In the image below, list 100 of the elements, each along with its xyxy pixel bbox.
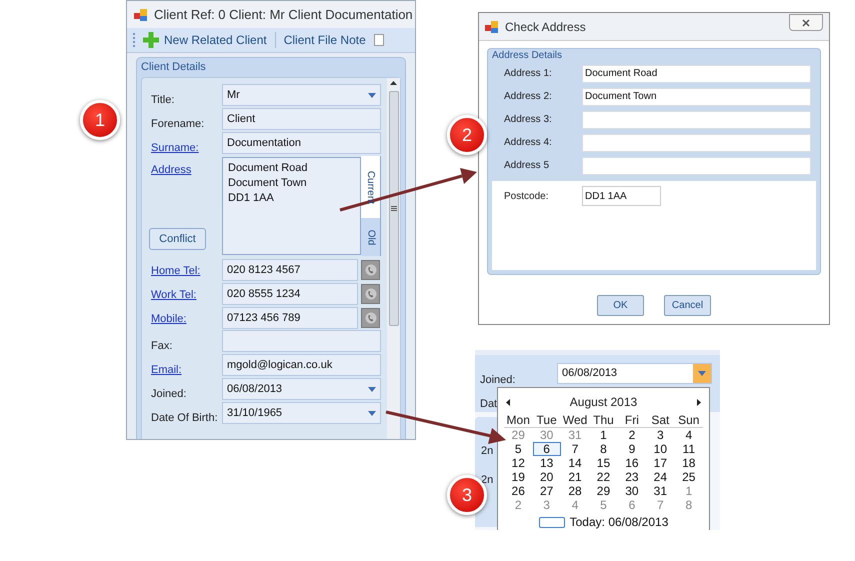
calendar-day[interactable]: 4 [561, 498, 590, 512]
text-field[interactable]: Client [222, 108, 381, 130]
field-label[interactable]: Home Tel: [151, 265, 200, 277]
field-label: Date Of Birth: [151, 412, 218, 424]
calendar-day[interactable]: 6 [618, 498, 646, 512]
phone-icon [364, 312, 376, 324]
text-field[interactable] [222, 330, 381, 352]
checkbox[interactable] [374, 34, 384, 46]
weekday-label: Wed [562, 413, 588, 427]
dialog-button[interactable]: OK [597, 295, 644, 316]
toolbar-button[interactable]: New Related Client [143, 31, 267, 49]
field-label: Joined: [151, 388, 186, 400]
toolbar-button[interactable]: Client File Note [284, 31, 366, 49]
calendar-day[interactable]: 1 [674, 484, 703, 498]
calendar-day[interactable]: 8 [674, 498, 703, 512]
plus-icon [143, 32, 159, 48]
dropdown-field[interactable]: 06/08/2013 [222, 378, 381, 400]
calendar-day[interactable]: 5 [589, 498, 618, 512]
field-label: Address 5 [503, 159, 550, 173]
phone-button[interactable] [361, 308, 380, 328]
calendar-day[interactable]: 18 [674, 456, 703, 470]
text-field[interactable]: mgold@logican.co.uk [222, 354, 381, 376]
address-field[interactable]: Document Road Document Town DD1 1AA [222, 157, 361, 255]
previous-month-icon[interactable] [506, 398, 510, 406]
calendar-day[interactable]: 27 [532, 484, 561, 498]
calendar-day[interactable]: 22 [589, 470, 618, 484]
calendar-day[interactable]: 2 [618, 428, 646, 442]
text-field[interactable] [582, 110, 811, 128]
calendar-day[interactable]: 26 [504, 484, 532, 498]
dialog-button[interactable]: Cancel [664, 295, 711, 316]
phone-button[interactable] [361, 284, 380, 304]
postcode-field[interactable]: DD1 1AA [582, 186, 661, 206]
address-tab[interactable]: Old [361, 218, 381, 256]
calendar-day[interactable]: 29 [504, 428, 532, 442]
dropdown-field[interactable]: Mr [222, 84, 381, 106]
calendar-day[interactable]: 9 [618, 442, 646, 456]
today-link[interactable]: Today: 06/08/2013 [570, 513, 668, 530]
calendar-day[interactable]: 7 [646, 498, 674, 512]
field-label: Address 4: [503, 136, 553, 150]
caret-icon [368, 92, 376, 98]
field-label[interactable]: Surname: [151, 142, 199, 154]
field-label: 2n [481, 472, 494, 488]
weekday-label: Tue [536, 413, 558, 427]
field-label[interactable]: Email: [151, 364, 182, 376]
calendar-day[interactable]: 29 [589, 484, 618, 498]
calendar-day[interactable]: 11 [674, 442, 703, 456]
calendar-day[interactable]: 2 [504, 498, 532, 512]
calendar-day[interactable]: 13 [532, 456, 561, 470]
calendar-day[interactable]: 14 [561, 456, 590, 470]
calendar-day[interactable]: 31 [561, 428, 590, 442]
date-field[interactable]: 06/08/2013 [557, 363, 712, 384]
app-icon [134, 8, 148, 22]
calendar-day[interactable]: 7 [561, 442, 590, 456]
field-label[interactable]: Address [151, 162, 222, 178]
text-field[interactable]: Document Road [582, 64, 811, 82]
calendar-day[interactable]: 30 [532, 428, 561, 442]
calendar-day[interactable]: 19 [504, 470, 532, 484]
field-label: Joined: [480, 374, 516, 386]
app-icon [485, 20, 499, 34]
text-field[interactable] [582, 134, 811, 152]
calendar-day[interactable]: 21 [561, 470, 590, 484]
calendar-day[interactable]: 10 [646, 442, 674, 456]
address-tab[interactable]: Current [361, 156, 381, 218]
calendar-day[interactable]: 1 [589, 428, 618, 442]
calendar-day[interactable]: 20 [532, 470, 561, 484]
calendar-day[interactable]: 12 [504, 456, 532, 470]
calendar-day[interactable]: 31 [646, 484, 674, 498]
calendar-day[interactable]: 3 [532, 498, 561, 512]
calendar-day[interactable]: 25 [674, 470, 703, 484]
calendar-day[interactable]: 6 [532, 442, 561, 456]
field-label[interactable]: Mobile: [151, 313, 186, 325]
phone-button[interactable] [361, 260, 380, 280]
phone-field[interactable]: 07123 456 789 [222, 307, 358, 329]
calendar-day[interactable]: 5 [504, 442, 532, 456]
calendar-day[interactable]: 15 [589, 456, 618, 470]
calendar-day[interactable]: 17 [646, 456, 674, 470]
calendar-day[interactable]: 8 [589, 442, 618, 456]
callout-number: 2 [447, 115, 487, 155]
calendar-day[interactable]: 16 [618, 456, 646, 470]
calendar-day[interactable]: 4 [674, 428, 703, 442]
text-field[interactable]: Document Town [582, 88, 811, 106]
calendar-day[interactable]: 28 [561, 484, 590, 498]
phone-field[interactable]: 020 8555 1234 [222, 283, 358, 305]
text-field[interactable] [582, 156, 811, 174]
close-icon [802, 18, 810, 26]
text-field[interactable]: Documentation [222, 132, 381, 154]
phone-icon [364, 288, 376, 300]
close-button[interactable] [789, 14, 823, 31]
calendar-day[interactable]: 30 [618, 484, 646, 498]
next-month-icon[interactable] [696, 398, 701, 406]
phone-field[interactable]: 020 8123 4567 [222, 259, 358, 281]
calendar-day[interactable]: 24 [646, 470, 674, 484]
field-label[interactable]: Work Tel: [151, 289, 196, 301]
scroll-up-icon [390, 81, 398, 85]
scrollbar[interactable] [387, 78, 400, 439]
calendar-day[interactable]: 3 [646, 428, 674, 442]
conflict-button[interactable]: Conflict [149, 228, 206, 250]
grip-icon [390, 206, 397, 211]
calendar-day[interactable]: 23 [618, 470, 646, 484]
dropdown-field[interactable]: 31/10/1965 [222, 402, 381, 424]
